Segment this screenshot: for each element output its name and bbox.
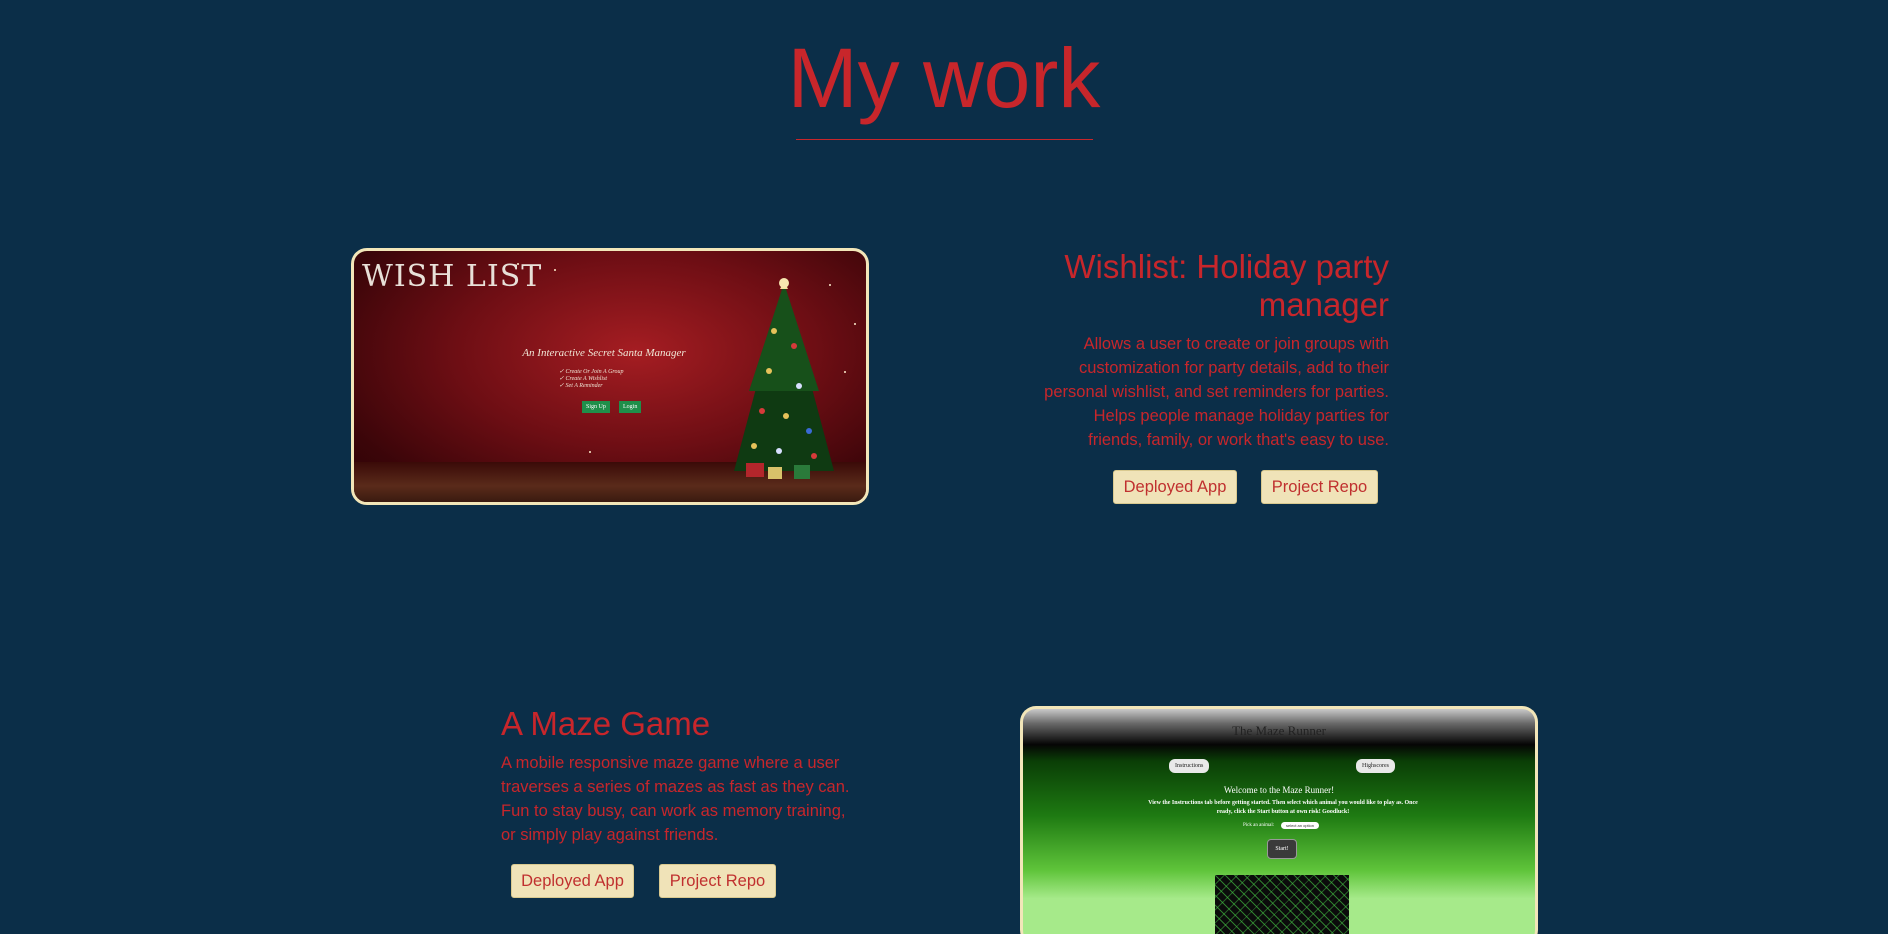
title-underline [796, 139, 1093, 140]
christmas-tree-icon [734, 278, 834, 479]
portfolio-page: My work WISH LIST An Interactive Secret … [0, 0, 1888, 934]
maze-instructions-text: View the Instructions tab before getting… [1148, 800, 1418, 815]
project-title-wishlist: Wishlist: Holiday party manager [1064, 248, 1389, 323]
wishlist-feature-list: ✓ Create Or Join A Group ✓ Create A Wish… [559, 369, 624, 390]
deployed-app-button-wishlist[interactable]: Deployed App [1113, 470, 1237, 504]
maze-start-button: Start! [1267, 839, 1297, 859]
maze-animal-select: select an option [1281, 822, 1319, 829]
maze-title: The Maze Runner [1232, 723, 1326, 738]
wishlist-feature: ✓ Set A Reminder [559, 383, 603, 389]
wishlist-login-button: Login [619, 401, 642, 413]
maze-screenshot: The Maze Runner Instructions Highscores … [1020, 706, 1538, 934]
wishlist-signup-button: Sign Up [582, 401, 610, 413]
project-description-maze: A mobile responsive maze game where a us… [501, 754, 850, 844]
maze-pick-label: Pick an animal: [1243, 823, 1275, 828]
deployed-app-button-maze[interactable]: Deployed App [511, 864, 634, 898]
maze-instructions-button: Instructions [1169, 759, 1210, 773]
sparkle [854, 323, 856, 325]
wishlist-screenshot: WISH LIST An Interactive Secret Santa Ma… [351, 248, 869, 505]
maze-grid [1215, 875, 1349, 934]
wishlist-feature: ✓ Create A Wishlist [559, 376, 608, 382]
page-title: My work [787, 31, 1101, 125]
wishlist-logo: WISH LIST [362, 259, 543, 294]
maze-highscores-button: Highscores [1356, 759, 1395, 773]
sparkle [589, 451, 591, 453]
wishlist-feature: ✓ Create Or Join A Group [559, 369, 624, 375]
sparkle [554, 269, 556, 271]
project-description-wishlist: Allows a user to create or join groups w… [1044, 335, 1389, 449]
project-repo-button-wishlist[interactable]: Project Repo [1261, 470, 1378, 504]
sparkle [844, 371, 846, 373]
sparkle [517, 263, 519, 265]
project-title-maze: A Maze Game [501, 705, 711, 742]
maze-welcome: Welcome to the Maze Runner! [1223, 785, 1335, 795]
project-repo-button-maze[interactable]: Project Repo [659, 864, 776, 898]
wishlist-subtitle: An Interactive Secret Santa Manager [522, 347, 686, 359]
